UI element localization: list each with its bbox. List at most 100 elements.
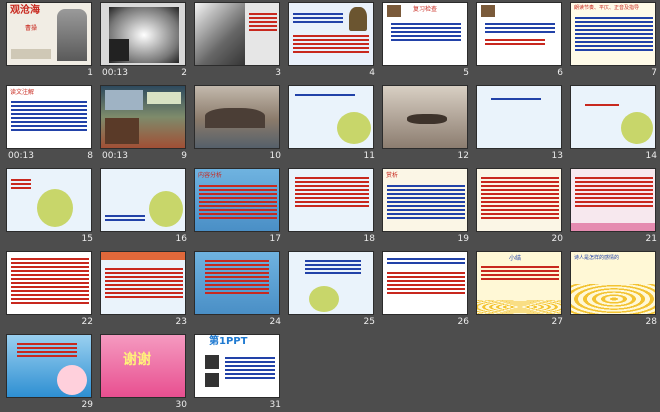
slide-thumbnail-10[interactable]: 10 (194, 85, 287, 163)
slide-preview (288, 85, 374, 149)
slide-thumbnail-29[interactable]: 29 (6, 334, 99, 412)
slide-preview: 诗人是怎样的感情的 (570, 251, 656, 315)
text-lines (491, 96, 541, 102)
sea-image (105, 90, 143, 110)
slide-preview: 观沧海 曹操 (6, 2, 92, 66)
slide-number: 14 (645, 151, 657, 161)
sunflower-border (571, 284, 655, 314)
slide-thumbnail-30[interactable]: 谢谢 30 (100, 334, 193, 412)
slide-preview: 第1PPT (194, 334, 280, 398)
slide-number: 29 (81, 400, 93, 410)
text-lines (575, 15, 653, 53)
slide-number: 30 (175, 400, 187, 410)
slide-thumbnail-26[interactable]: 26 (382, 251, 475, 329)
slide-thumbnail-22[interactable]: 22 (6, 251, 99, 329)
slide-thumbnail-4[interactable]: 4 (288, 2, 381, 80)
text-lines (293, 11, 343, 25)
slide-thumbnail-1[interactable]: 观沧海 曹操 1 (6, 2, 99, 80)
slide-thumbnail-20[interactable]: 20 (476, 168, 569, 246)
slide-sorter-grid: 观沧海 曹操 1 00:13 2 3 4 复习检查 5 6 朗读节奏、平仄、正音… (6, 2, 657, 410)
slide-thumbnail-24[interactable]: 24 (194, 251, 287, 329)
slide-thumbnail-6[interactable]: 6 (476, 2, 569, 80)
slide-number: 22 (81, 317, 93, 327)
rock-image (105, 118, 139, 144)
text-lines (199, 183, 277, 221)
slide-thumbnail-23[interactable]: 23 (100, 251, 193, 329)
slide-preview (6, 168, 92, 232)
slide-title: 观沧海 (10, 5, 40, 16)
text-lines (387, 256, 465, 266)
slide-preview (100, 2, 186, 66)
slide-number: 20 (551, 234, 563, 244)
slide-preview (570, 85, 656, 149)
slide-thumbnail-2[interactable]: 00:13 2 (100, 2, 193, 80)
slide-thumbnail-16[interactable]: 16 (100, 168, 193, 246)
slide-thumbnail-27[interactable]: 小结 27 (476, 251, 569, 329)
slide-thumbnail-25[interactable]: 25 (288, 251, 381, 329)
slide-preview (288, 251, 374, 315)
slide-thumbnail-7[interactable]: 朗读节奏、平仄、正音及指导 7 (570, 2, 660, 80)
slide-thumbnail-19[interactable]: 赏析 19 (382, 168, 475, 246)
slide-thumbnail-15[interactable]: 15 (6, 168, 99, 246)
text-lines (105, 266, 183, 300)
flower-basket-image (309, 286, 339, 312)
slide-title: 第1PPT (209, 336, 248, 347)
text-lines (387, 270, 465, 296)
slide-number: 11 (363, 151, 375, 161)
text-lines (575, 175, 653, 209)
slide-thumbnail-8[interactable]: 读文注解 00:13 8 (6, 85, 99, 163)
qr-code-image (205, 355, 219, 369)
title-block (109, 39, 129, 61)
sunflower-border (477, 300, 561, 314)
slide-number: 5 (463, 68, 469, 78)
slide-number: 27 (551, 317, 563, 327)
slide-number: 7 (651, 68, 657, 78)
text-lines (481, 175, 559, 221)
slide-thumbnail-12[interactable]: 12 (382, 85, 475, 163)
slide-number: 24 (269, 317, 281, 327)
text-lines (481, 264, 559, 282)
slide-thumbnail-31[interactable]: 第1PPT 31 (194, 334, 287, 412)
slide-thumbnail-11[interactable]: 11 (288, 85, 381, 163)
slide-preview: 朗读节奏、平仄、正音及指导 (570, 2, 656, 66)
slide-number: 10 (269, 151, 281, 161)
slide-preview: 内容分析 (194, 168, 280, 232)
slide-preview (194, 85, 280, 149)
slide-preview: 复习检查 (382, 2, 468, 66)
slide-preview (476, 85, 562, 149)
header-band (101, 252, 185, 260)
text-lines (295, 175, 369, 209)
ink-painting-image (57, 9, 87, 61)
slide-number: 4 (369, 68, 375, 78)
slide-thumbnail-18[interactable]: 18 (288, 168, 381, 246)
slide-number: 23 (175, 317, 187, 327)
slide-thumbnail-14[interactable]: 14 (570, 85, 660, 163)
text-lines (485, 21, 555, 35)
landscape-image (11, 49, 51, 59)
slide-number: 8 (87, 151, 93, 161)
text-lines (485, 37, 545, 47)
slide-preview: 小结 (476, 251, 562, 315)
slide-thumbnail-17[interactable]: 内容分析 17 (194, 168, 287, 246)
slide-preview (570, 168, 656, 232)
flower-basket-image (37, 189, 73, 227)
caption-block (147, 92, 181, 104)
slide-preview (476, 2, 562, 66)
slide-thumbnail-3[interactable]: 3 (194, 2, 287, 80)
slide-thumbnail-13[interactable]: 13 (476, 85, 569, 163)
slide-title: 赏析 (386, 172, 399, 179)
flower-basket-image (337, 112, 371, 144)
slide-preview (288, 2, 374, 66)
slide-thumbnail-5[interactable]: 复习检查 5 (382, 2, 475, 80)
slide-preview (6, 251, 92, 315)
slide-number: 16 (175, 234, 187, 244)
text-lines (105, 213, 145, 223)
text-lines (295, 92, 355, 98)
flower-basket-image (149, 191, 183, 227)
slide-title: 谢谢 (123, 352, 151, 368)
slide-thumbnail-21[interactable]: 21 (570, 168, 660, 246)
slide-thumbnail-28[interactable]: 诗人是怎样的感情的 28 (570, 251, 660, 329)
text-lines (387, 183, 465, 221)
slide-thumbnail-9[interactable]: 00:13 9 (100, 85, 193, 163)
slide-preview (100, 251, 186, 315)
